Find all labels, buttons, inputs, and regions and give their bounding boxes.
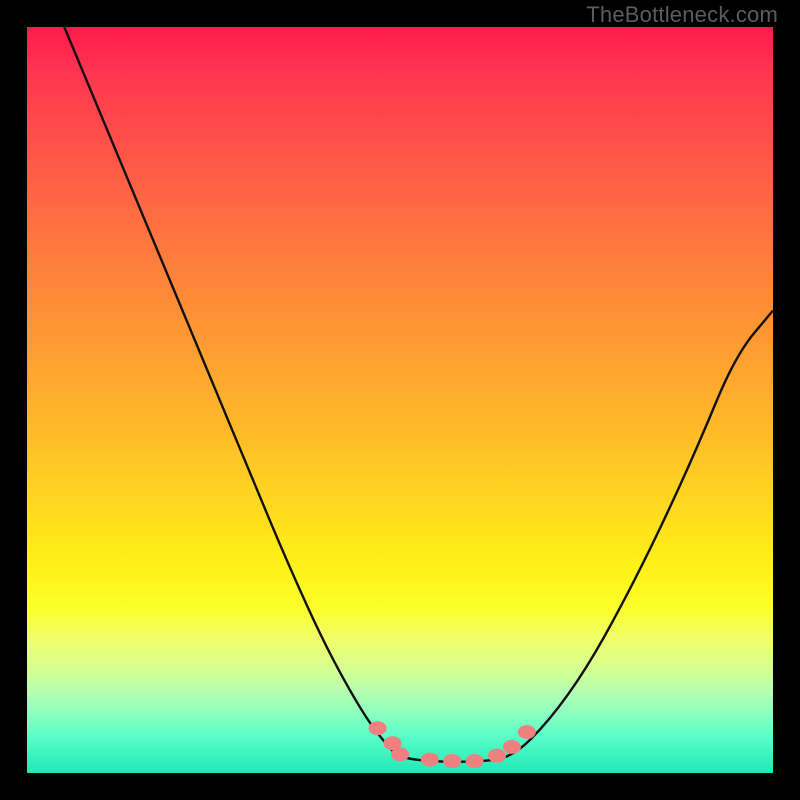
curve-svg: [27, 27, 773, 773]
bottleneck-curve: [64, 27, 773, 762]
marker-dot: [421, 753, 439, 767]
marker-dot: [369, 721, 387, 735]
chart-frame: TheBottleneck.com: [0, 0, 800, 800]
marker-dot: [518, 725, 536, 739]
marker-dot: [391, 747, 409, 761]
marker-dot: [488, 749, 506, 763]
plot-area: [27, 27, 773, 773]
marker-dot: [443, 754, 461, 768]
watermark-text: TheBottleneck.com: [586, 2, 778, 28]
marker-dot: [466, 754, 484, 768]
markers-group: [369, 721, 536, 768]
marker-dot: [503, 740, 521, 754]
